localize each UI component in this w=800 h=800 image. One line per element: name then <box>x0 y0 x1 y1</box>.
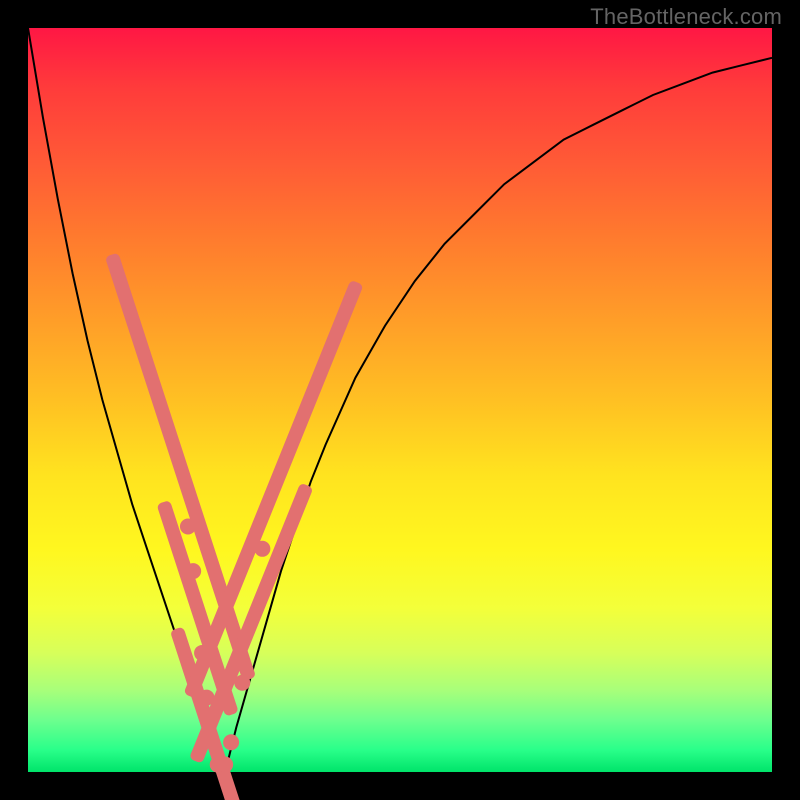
bottleneck-curve <box>28 28 772 772</box>
data-markers <box>105 253 364 800</box>
chart-svg <box>28 28 772 772</box>
watermark-text: TheBottleneck.com <box>590 4 782 30</box>
